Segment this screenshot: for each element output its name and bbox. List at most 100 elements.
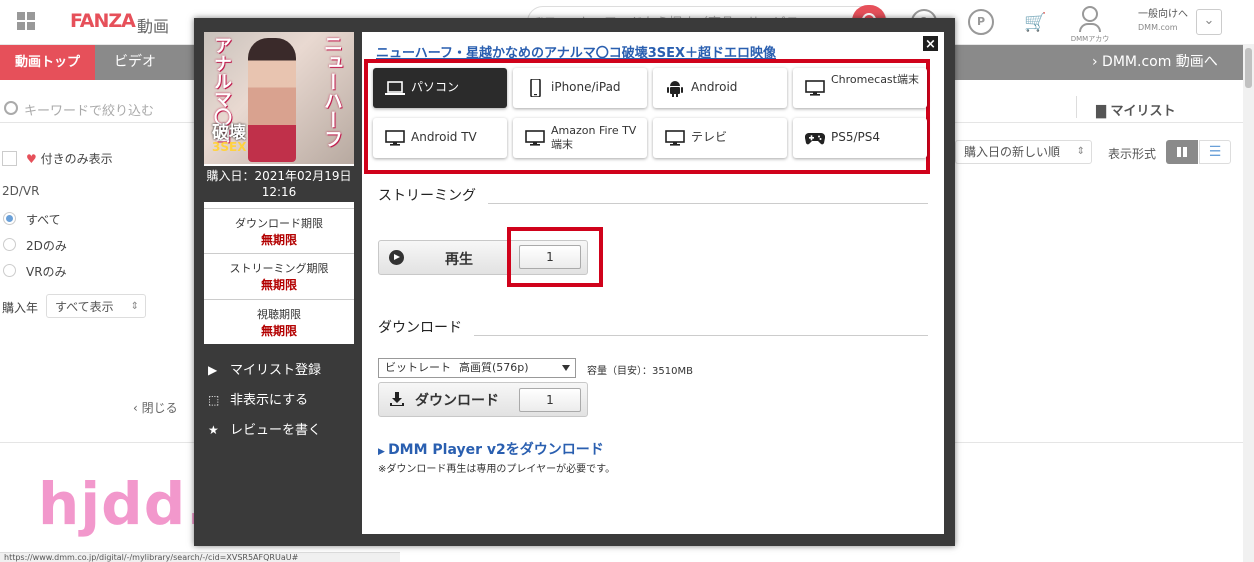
heart-icon: ♥ — [26, 152, 37, 166]
streaming-title: ストリーミング — [378, 188, 476, 204]
fav-only-text: 付きのみ表示 — [40, 152, 113, 166]
device-label: PS5/PS4 — [831, 130, 881, 144]
limit-value: 無期限 — [260, 324, 297, 338]
device-button-1[interactable]: パソコン — [373, 68, 507, 108]
limit-streaming: ストリーミング期限 無期限 — [204, 253, 354, 298]
filter-input[interactable]: キーワードで絞り込む — [24, 100, 154, 119]
monitor-icon — [805, 79, 825, 97]
sort-select[interactable]: 購入日の新しい順 ⇕ — [955, 140, 1092, 164]
vr-group-label: 2D/VR — [2, 184, 40, 198]
limit-label: ストリーミング期限 — [229, 262, 329, 275]
device-button-7[interactable]: テレビ — [653, 118, 787, 158]
hide-button[interactable]: ⬚ 非表示にする — [208, 389, 308, 408]
mylist-button[interactable]: ▇ マイリスト — [1096, 100, 1176, 119]
limit-download: ダウンロード期限 無期限 — [204, 208, 354, 253]
updown-icon: ⇕ — [130, 301, 139, 312]
radio-all[interactable] — [3, 212, 16, 225]
mylist-label: マイリスト — [1110, 104, 1176, 119]
radio-2d-label: 2Dのみ — [26, 239, 67, 253]
menu-grid-icon[interactable] — [17, 12, 35, 30]
grid-view-icon — [1177, 147, 1187, 157]
android-icon — [665, 79, 685, 97]
year-select[interactable]: すべて表示 ⇕ — [46, 294, 146, 318]
hide-label: 非表示にする — [230, 393, 309, 408]
add-mylist-button[interactable]: ▶ マイリスト登録 — [208, 359, 321, 378]
device-button-3[interactable]: Android — [653, 68, 787, 108]
triangle-right-icon: ▶ — [378, 447, 389, 457]
device-button-2[interactable]: iPhone/iPad — [513, 68, 647, 108]
list-view-button[interactable]: ☰ — [1199, 140, 1231, 164]
cover-figure — [248, 38, 296, 162]
divider — [0, 442, 194, 443]
limit-viewing: 視聴期限 無期限 — [204, 299, 354, 344]
device-label: Android — [691, 80, 738, 94]
general-label-1: 一般向けへ — [1138, 9, 1188, 20]
divider — [955, 122, 1254, 123]
device-label: Amazon Fire TV 端末 — [551, 124, 637, 151]
general-link[interactable]: 一般向けへ DMM.com — [1138, 8, 1188, 34]
divider — [0, 122, 194, 123]
bitrate-select[interactable]: ビットレート 高画質(576p) — [378, 358, 576, 378]
folder-icon: ▇ — [1096, 104, 1111, 119]
filter-search-icon — [4, 101, 18, 115]
general-label-2: DMM.com — [1138, 23, 1178, 32]
updown-icon: ⇕ — [1076, 146, 1085, 157]
write-review-button[interactable]: ★ レビューを書く — [208, 419, 321, 438]
dmm-player-label: DMM Player v2をダウンロード — [388, 442, 604, 458]
cart-icon[interactable]: 🛒 — [1024, 12, 1046, 33]
divider — [955, 442, 1254, 443]
divider — [488, 203, 928, 204]
play-part-button[interactable]: 1 — [519, 245, 581, 269]
device-button-4[interactable]: Chromecast端末 — [793, 68, 927, 108]
star-icon: ★ — [208, 423, 219, 437]
download-part-button[interactable]: 1 — [519, 388, 581, 412]
device-button-8[interactable]: PS5/PS4 — [793, 118, 927, 158]
limit-label: 視聴期限 — [257, 308, 301, 321]
bitrate-label: ビットレート — [385, 361, 451, 374]
device-label: テレビ — [691, 130, 728, 144]
view-label: 表示形式 — [1108, 147, 1157, 161]
player-note: ※ダウンロード再生は専用のプレイヤーが必要です。 — [378, 464, 616, 475]
nav-tab-top[interactable]: 動画トップ — [0, 45, 95, 80]
limit-label: ダウンロード期限 — [235, 217, 323, 230]
sort-value: 購入日の新しい順 — [964, 145, 1061, 159]
year-label: 購入年 — [2, 301, 39, 315]
radio-vr-label: VRのみ — [26, 265, 67, 279]
limit-value: 無期限 — [260, 278, 297, 292]
nav-tab-video[interactable]: ビデオ — [95, 45, 175, 80]
dmm-player-link[interactable]: ▶ DMM Player v2をダウンロード — [378, 439, 604, 459]
write-review-label: レビューを書く — [230, 423, 322, 438]
grid-view-button[interactable] — [1166, 140, 1198, 164]
download-icon — [390, 392, 404, 406]
device-button-5[interactable]: Android TV — [373, 118, 507, 158]
page-scrollbar[interactable] — [1243, 44, 1254, 562]
play-icon — [389, 250, 404, 265]
play-label: 再生 — [445, 252, 473, 268]
monitor-icon — [525, 129, 545, 147]
bitrate-value: 高画質(576p) — [459, 361, 529, 374]
point-icon[interactable]: P — [968, 9, 994, 35]
chevron-down-icon[interactable]: ⌄ — [1196, 9, 1222, 35]
radio-vr[interactable] — [3, 264, 16, 277]
size-text: 容量（目安）：3510MB — [587, 366, 693, 377]
hide-icon: ⬚ — [208, 393, 220, 407]
device-label: Android TV — [411, 130, 477, 144]
cover-image: ニューハーフ アナルマ〇コ 破壊 3SEX — [204, 32, 354, 164]
radio-2d[interactable] — [3, 238, 16, 251]
fav-checkbox[interactable] — [2, 151, 17, 166]
download-title: ダウンロード — [378, 320, 462, 336]
status-url: https://www.dmm.co.jp/digital/-/mylibrar… — [0, 552, 400, 562]
caret-down-icon — [562, 365, 570, 371]
year-value: すべて表示 — [55, 300, 114, 314]
device-button-6[interactable]: Amazon Fire TV 端末 — [513, 118, 647, 158]
nav-dmm-link[interactable]: › DMM.com 動画へ — [1092, 45, 1218, 80]
device-label: パソコン — [411, 80, 460, 94]
radio-all-label: すべて — [26, 213, 61, 227]
close-sidebar-link[interactable]: ‹ 閉じる — [133, 399, 178, 416]
gamepad-icon — [804, 129, 826, 147]
purchase-date-label: 購入日：2021年02月19日 — [206, 169, 352, 183]
device-label: iPhone/iPad — [551, 80, 621, 94]
close-icon[interactable]: × — [922, 35, 939, 52]
fanza-logo[interactable]: FANZA — [70, 10, 136, 32]
monitor-icon — [385, 129, 405, 147]
